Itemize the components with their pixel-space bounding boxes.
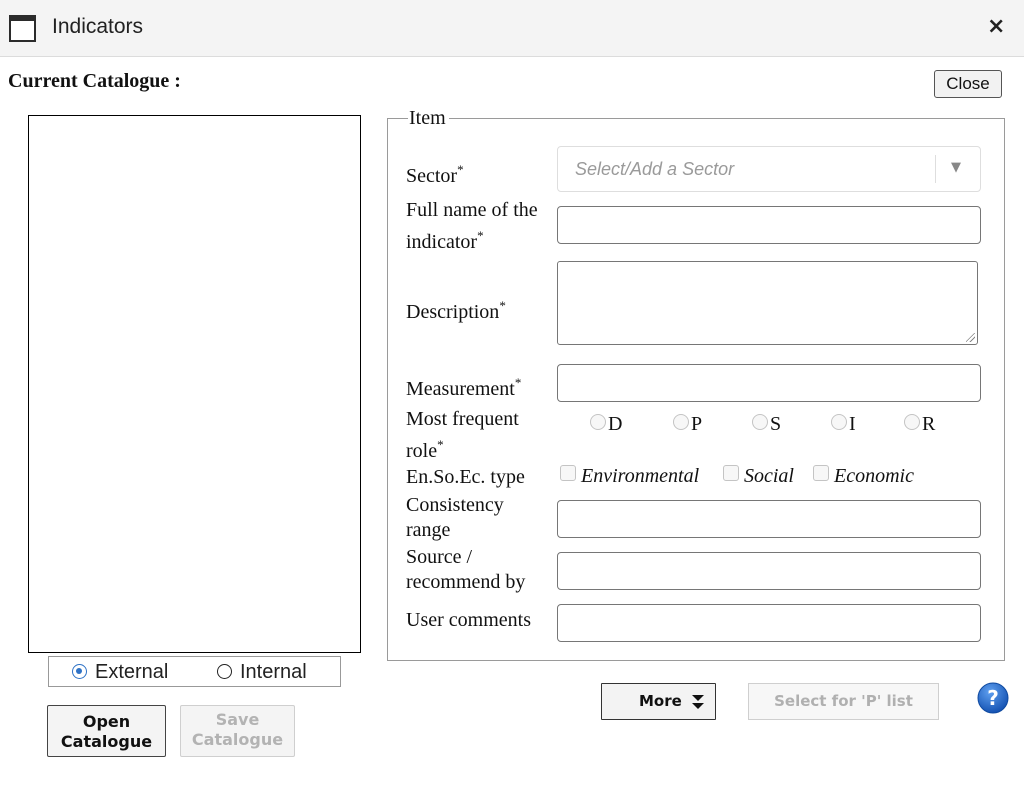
radio-icon xyxy=(752,414,768,430)
select-separator xyxy=(935,155,936,183)
radio-internal-label: Internal xyxy=(240,661,307,683)
select-for-p-list-button: Select for 'P' list xyxy=(748,683,939,720)
checkbox-icon xyxy=(813,465,829,481)
checkbox-icon xyxy=(560,465,576,481)
description-label: Description* xyxy=(406,298,506,323)
radio-external-label: External xyxy=(95,661,169,683)
role-option-p[interactable]: P xyxy=(673,413,702,436)
radio-external[interactable]: External xyxy=(72,661,168,684)
user-comments-label: User comments xyxy=(406,609,531,631)
more-button[interactable]: More xyxy=(601,683,716,720)
window-title: Indicators xyxy=(52,15,144,38)
save-catalogue-button: Save Catalogue xyxy=(180,705,295,757)
catalogue-list[interactable] xyxy=(28,115,361,653)
role-label: Most frequent role* xyxy=(406,408,519,462)
full-name-label: Full name of the indicator* xyxy=(406,199,538,253)
role-option-r[interactable]: R xyxy=(904,413,935,436)
checkbox-economic[interactable]: Economic xyxy=(813,465,914,488)
help-icon[interactable]: ? xyxy=(977,682,1009,714)
role-option-i[interactable]: I xyxy=(831,413,856,436)
radio-icon xyxy=(904,414,920,430)
item-legend: Item xyxy=(408,107,449,130)
help-glyph: ? xyxy=(987,686,999,710)
role-option-s[interactable]: S xyxy=(752,413,781,436)
close-button[interactable]: Close xyxy=(934,70,1002,98)
radio-unselected-icon xyxy=(217,664,232,679)
source-input[interactable] xyxy=(557,552,981,590)
double-chevron-down-icon xyxy=(692,695,704,709)
measurement-label: Measurement* xyxy=(406,375,522,400)
checkbox-environmental[interactable]: Environmental xyxy=(560,465,699,488)
radio-internal[interactable]: Internal xyxy=(217,661,307,684)
measurement-input[interactable] xyxy=(557,364,981,402)
source-label: Source / recommend by xyxy=(406,546,526,593)
sector-placeholder: Select/Add a Sector xyxy=(575,159,735,179)
checkbox-icon xyxy=(723,465,739,481)
radio-icon xyxy=(831,414,847,430)
more-label: More xyxy=(639,692,682,710)
full-name-input[interactable] xyxy=(557,206,981,244)
required-mark: * xyxy=(477,228,484,243)
required-mark: * xyxy=(514,375,522,390)
window-icon xyxy=(9,15,36,42)
user-comments-input[interactable] xyxy=(557,604,981,642)
resize-handle-icon[interactable] xyxy=(966,333,975,342)
required-mark: * xyxy=(499,298,506,313)
radio-icon xyxy=(590,414,606,430)
required-mark: * xyxy=(437,437,444,452)
radio-icon xyxy=(673,414,689,430)
title-bar: Indicators × xyxy=(0,0,1024,57)
sector-select[interactable]: Select/Add a Sector ▼ xyxy=(557,146,981,192)
open-catalogue-button[interactable]: Open Catalogue xyxy=(47,705,166,757)
ensoec-type-label: En.So.Ec. type xyxy=(406,466,525,488)
description-textarea[interactable] xyxy=(557,261,978,345)
role-option-d[interactable]: D xyxy=(590,413,622,436)
close-icon[interactable]: × xyxy=(987,14,1005,39)
chevron-down-icon[interactable]: ▼ xyxy=(951,160,961,175)
current-catalogue-label: Current Catalogue : xyxy=(8,70,181,92)
radio-selected-icon xyxy=(72,664,87,679)
catalogue-source-toggle: External Internal xyxy=(48,656,341,687)
checkbox-social[interactable]: Social xyxy=(723,465,794,488)
consistency-range-label: Consistency range xyxy=(406,494,504,541)
consistency-range-input[interactable] xyxy=(557,500,981,538)
required-mark: * xyxy=(457,162,464,177)
sector-label: Sector* xyxy=(406,162,464,187)
